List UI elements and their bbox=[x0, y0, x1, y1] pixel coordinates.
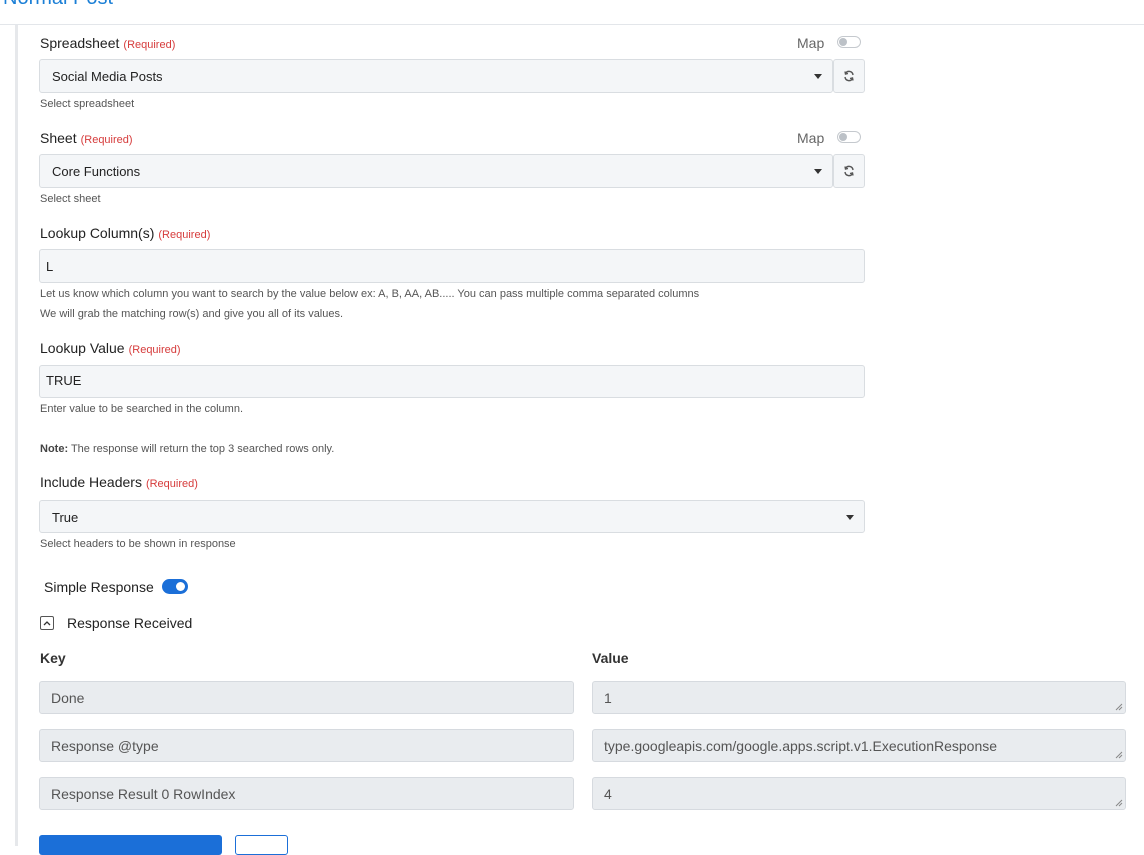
spreadsheet-help: Select spreadsheet bbox=[40, 98, 135, 110]
refresh-icon bbox=[844, 165, 854, 177]
sheet-map-toggle[interactable] bbox=[837, 131, 861, 143]
response-value-field[interactable]: 1 bbox=[592, 681, 1126, 714]
note-prefix: Note: bbox=[40, 443, 69, 455]
required-marker: (Required) bbox=[128, 344, 181, 356]
required-marker: (Required) bbox=[145, 478, 198, 490]
response-received-label: Response Received bbox=[67, 615, 193, 631]
response-key-text: Done bbox=[51, 690, 85, 706]
page-title: Normal Post bbox=[3, 0, 113, 10]
top-bar: Normal Post bbox=[0, 0, 1144, 25]
chevron-up-icon bbox=[43, 621, 51, 626]
lookup-columns-label-text: Lookup Column(s) bbox=[40, 225, 155, 241]
response-key-field: Response Result 0 RowIndex bbox=[39, 777, 574, 810]
lookup-value-input[interactable]: TRUE bbox=[39, 365, 865, 398]
resize-grip-icon[interactable] bbox=[1115, 751, 1123, 759]
spreadsheet-select-value: Social Media Posts bbox=[52, 69, 163, 84]
response-key-text: Response @type bbox=[51, 738, 159, 754]
sheet-map-label: Map bbox=[797, 130, 825, 146]
required-marker: (Required) bbox=[158, 229, 211, 241]
include-headers-label-text: Include Headers bbox=[40, 474, 142, 490]
resize-grip-icon[interactable] bbox=[1115, 703, 1123, 711]
lookup-value-label: Lookup Value (Required) bbox=[40, 340, 181, 356]
lookup-value-value: TRUE bbox=[46, 373, 82, 388]
required-marker: (Required) bbox=[123, 39, 176, 51]
include-headers-value: True bbox=[52, 510, 79, 525]
sheet-help: Select sheet bbox=[40, 193, 101, 205]
spreadsheet-label-text: Spreadsheet bbox=[40, 35, 120, 51]
resize-grip-icon[interactable] bbox=[1115, 799, 1123, 807]
sheet-label: Sheet (Required) bbox=[40, 130, 133, 146]
sheet-label-text: Sheet bbox=[40, 130, 77, 146]
simple-response-toggle[interactable] bbox=[162, 579, 188, 594]
lookup-columns-label: Lookup Column(s) (Required) bbox=[40, 225, 210, 241]
lookup-columns-value: L bbox=[46, 259, 54, 274]
note-body: The response will return the top 3 searc… bbox=[68, 443, 335, 455]
include-headers-help: Select headers to be shown in response bbox=[40, 538, 236, 550]
value-column-header: Value bbox=[592, 650, 629, 666]
response-key-field: Response @type bbox=[39, 729, 574, 762]
sheet-select-value: Core Functions bbox=[52, 164, 141, 179]
chevron-down-icon bbox=[814, 169, 822, 174]
key-column-header: Key bbox=[40, 650, 66, 666]
response-value-field[interactable]: 4 bbox=[592, 777, 1126, 810]
sheet-refresh-button[interactable] bbox=[833, 154, 865, 188]
spreadsheet-label: Spreadsheet (Required) bbox=[40, 35, 175, 51]
note-text: Note: The response will return the top 3… bbox=[40, 443, 334, 455]
lookup-value-help: Enter value to be searched in the column… bbox=[40, 403, 244, 415]
response-value-text: type.googleapis.com/google.apps.script.v… bbox=[604, 738, 998, 754]
required-marker: (Required) bbox=[80, 134, 133, 146]
spreadsheet-map-toggle[interactable] bbox=[837, 36, 861, 48]
response-key-text: Response Result 0 RowIndex bbox=[51, 786, 236, 802]
spreadsheet-select[interactable]: Social Media Posts bbox=[39, 59, 833, 93]
spreadsheet-map-label: Map bbox=[797, 35, 825, 51]
include-headers-label: Include Headers (Required) bbox=[40, 474, 198, 490]
chevron-down-icon bbox=[814, 74, 822, 79]
refresh-icon bbox=[844, 70, 854, 82]
lookup-columns-help-2: We will grab the matching row(s) and giv… bbox=[40, 308, 344, 320]
response-value-field[interactable]: type.googleapis.com/google.apps.script.v… bbox=[592, 729, 1126, 762]
secondary-action-button[interactable] bbox=[235, 835, 288, 855]
lookup-value-label-text: Lookup Value bbox=[40, 340, 125, 356]
left-divider bbox=[15, 25, 18, 846]
collapse-response-button[interactable] bbox=[40, 616, 54, 630]
chevron-down-icon bbox=[846, 515, 854, 520]
response-value-text: 1 bbox=[604, 690, 612, 706]
sheet-select[interactable]: Core Functions bbox=[39, 154, 833, 188]
include-headers-select[interactable]: True bbox=[39, 500, 865, 533]
spreadsheet-refresh-button[interactable] bbox=[833, 59, 865, 93]
simple-response-label: Simple Response bbox=[44, 579, 154, 595]
lookup-columns-input[interactable]: L bbox=[39, 249, 865, 283]
primary-action-button[interactable] bbox=[39, 835, 222, 855]
response-key-field: Done bbox=[39, 681, 574, 714]
response-value-text: 4 bbox=[604, 786, 612, 802]
lookup-columns-help-1: Let us know which column you want to sea… bbox=[40, 288, 700, 300]
